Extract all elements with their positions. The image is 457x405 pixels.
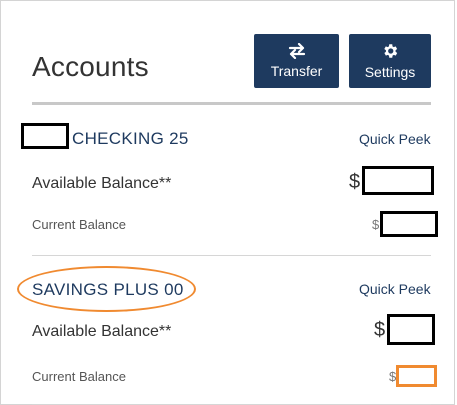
transfer-button[interactable]: Transfer [254,34,339,88]
available-currency-symbol: $ [374,319,386,341]
settings-button[interactable]: Settings [349,34,431,88]
page-title: Accounts [32,51,149,82]
available-balance-label: Available Balance** [32,323,172,340]
highlighted-current-balance [396,365,437,387]
header-divider [32,102,431,105]
current-currency-symbol: $ [372,217,380,232]
accounts-panel: Accounts Transfer Settings CHECKING 25 Q… [0,0,455,405]
account-name-savings[interactable]: SAVINGS PLUS 00 [32,280,184,300]
swap-arrows-icon [287,43,307,59]
redacted-available-balance [387,314,435,345]
current-balance-label: Current Balance [32,369,126,384]
available-currency-symbol: $ [349,171,361,193]
available-balance-label: Available Balance** [32,175,172,192]
redacted-current-balance [380,211,438,237]
gear-icon [381,42,399,60]
settings-label: Settings [364,64,416,80]
quick-peek-link-savings[interactable]: Quick Peek [359,281,431,297]
redacted-available-balance [362,166,434,195]
transfer-label: Transfer [270,63,323,79]
quick-peek-link-checking[interactable]: Quick Peek [359,131,431,147]
account-divider [32,255,431,256]
redacted-account-prefix [21,123,69,149]
current-balance-label: Current Balance [32,217,126,232]
account-name-checking[interactable]: CHECKING 25 [72,129,189,149]
